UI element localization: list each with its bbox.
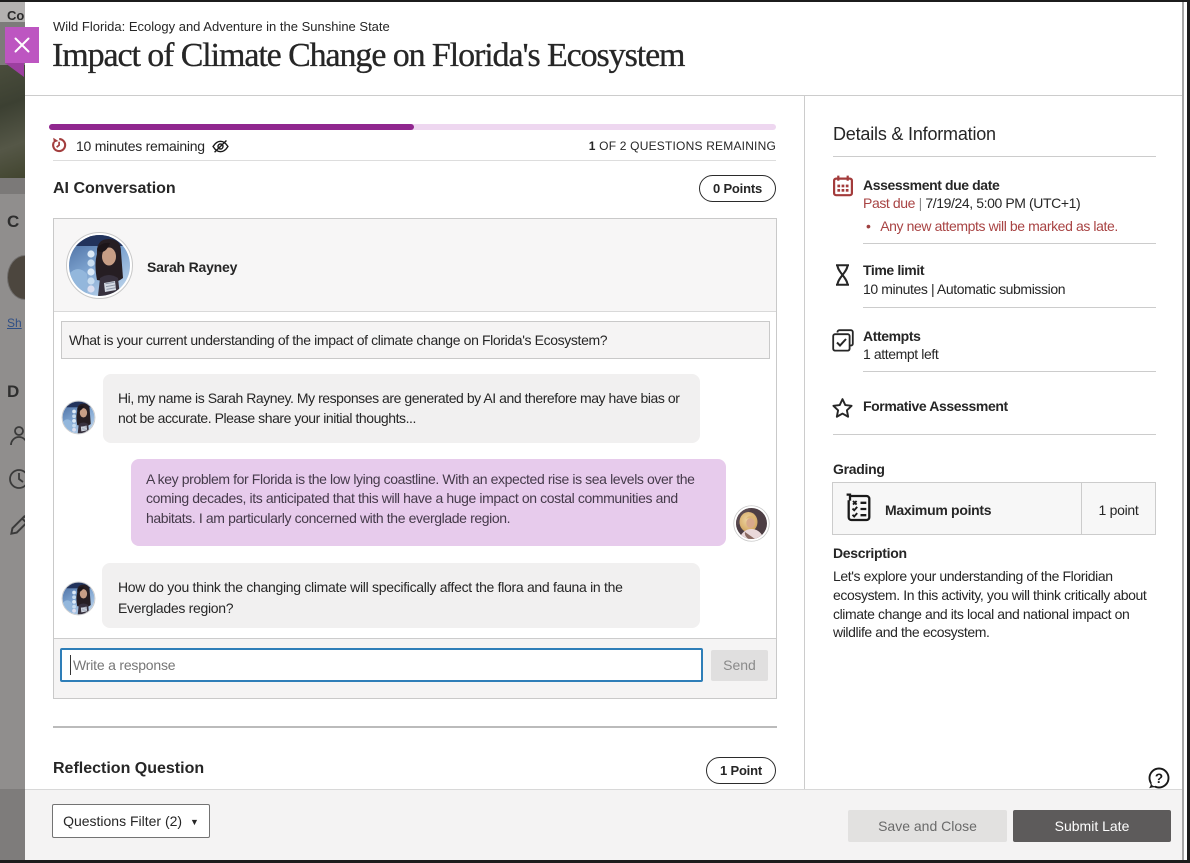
svg-text:?: ?	[1155, 771, 1163, 786]
